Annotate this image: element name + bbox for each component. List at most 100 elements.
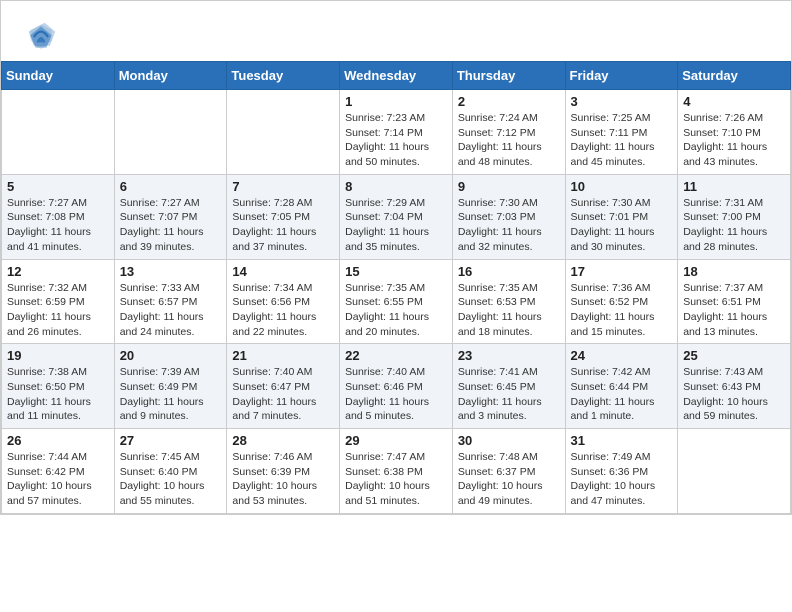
day-number: 2	[458, 94, 560, 109]
days-of-week-row: SundayMondayTuesdayWednesdayThursdayFrid…	[2, 62, 791, 90]
calendar-cell: 10 Sunrise: 7:30 AM Sunset: 7:01 PM Dayli…	[565, 174, 678, 259]
day-info: Sunrise: 7:30 AM Sunset: 7:01 PM Dayligh…	[571, 196, 673, 255]
day-info: Sunrise: 7:23 AM Sunset: 7:14 PM Dayligh…	[345, 111, 447, 170]
calendar-cell: 25 Sunrise: 7:43 AM Sunset: 6:43 PM Dayli…	[678, 344, 791, 429]
logo-icon	[25, 21, 57, 53]
calendar-cell: 22 Sunrise: 7:40 AM Sunset: 6:46 PM Dayli…	[340, 344, 453, 429]
day-info: Sunrise: 7:28 AM Sunset: 7:05 PM Dayligh…	[232, 196, 334, 255]
page-header	[1, 1, 791, 61]
day-of-week-header: Thursday	[452, 62, 565, 90]
day-number: 31	[571, 433, 673, 448]
day-info: Sunrise: 7:42 AM Sunset: 6:44 PM Dayligh…	[571, 365, 673, 424]
calendar-header: SundayMondayTuesdayWednesdayThursdayFrid…	[2, 62, 791, 90]
day-info: Sunrise: 7:49 AM Sunset: 6:36 PM Dayligh…	[571, 450, 673, 509]
calendar-week-row: 12 Sunrise: 7:32 AM Sunset: 6:59 PM Dayli…	[2, 259, 791, 344]
calendar-cell: 19 Sunrise: 7:38 AM Sunset: 6:50 PM Dayli…	[2, 344, 115, 429]
calendar-cell: 9 Sunrise: 7:30 AM Sunset: 7:03 PM Daylig…	[452, 174, 565, 259]
day-number: 25	[683, 348, 785, 363]
day-number: 22	[345, 348, 447, 363]
calendar-week-row: 5Sunrise: 7:27 AM Sunset: 7:08 PM Daylig…	[2, 174, 791, 259]
calendar-cell: 14 Sunrise: 7:34 AM Sunset: 6:56 PM Dayli…	[227, 259, 340, 344]
calendar-cell: 15 Sunrise: 7:35 AM Sunset: 6:55 PM Dayli…	[340, 259, 453, 344]
day-info: Sunrise: 7:45 AM Sunset: 6:40 PM Dayligh…	[120, 450, 222, 509]
day-number: 7	[232, 179, 334, 194]
calendar-cell	[678, 429, 791, 514]
day-of-week-header: Wednesday	[340, 62, 453, 90]
calendar-cell: 31 Sunrise: 7:49 AM Sunset: 6:36 PM Dayli…	[565, 429, 678, 514]
day-number: 19	[7, 348, 109, 363]
calendar-cell: 7 Sunrise: 7:28 AM Sunset: 7:05 PM Daylig…	[227, 174, 340, 259]
day-number: 30	[458, 433, 560, 448]
day-number: 15	[345, 264, 447, 279]
day-info: Sunrise: 7:32 AM Sunset: 6:59 PM Dayligh…	[7, 281, 109, 340]
day-info: Sunrise: 7:43 AM Sunset: 6:43 PM Dayligh…	[683, 365, 785, 424]
calendar-cell	[114, 90, 227, 175]
calendar-cell: 13 Sunrise: 7:33 AM Sunset: 6:57 PM Dayli…	[114, 259, 227, 344]
calendar-cell: 29Sunrise: 7:47 AM Sunset: 6:38 PM Dayli…	[340, 429, 453, 514]
day-number: 27	[120, 433, 222, 448]
day-info: Sunrise: 7:35 AM Sunset: 6:53 PM Dayligh…	[458, 281, 560, 340]
calendar-table: SundayMondayTuesdayWednesdayThursdayFrid…	[1, 61, 791, 514]
day-number: 8	[345, 179, 447, 194]
day-number: 4	[683, 94, 785, 109]
calendar-week-row: 26Sunrise: 7:44 AM Sunset: 6:42 PM Dayli…	[2, 429, 791, 514]
day-info: Sunrise: 7:40 AM Sunset: 6:47 PM Dayligh…	[232, 365, 334, 424]
day-number: 17	[571, 264, 673, 279]
day-info: Sunrise: 7:31 AM Sunset: 7:00 PM Dayligh…	[683, 196, 785, 255]
calendar-week-row: 19 Sunrise: 7:38 AM Sunset: 6:50 PM Dayli…	[2, 344, 791, 429]
day-info: Sunrise: 7:29 AM Sunset: 7:04 PM Dayligh…	[345, 196, 447, 255]
calendar-cell: 16Sunrise: 7:35 AM Sunset: 6:53 PM Dayli…	[452, 259, 565, 344]
day-info: Sunrise: 7:27 AM Sunset: 7:07 PM Dayligh…	[120, 196, 222, 255]
calendar-cell: 1 Sunrise: 7:23 AM Sunset: 7:14 PM Daylig…	[340, 90, 453, 175]
day-number: 23	[458, 348, 560, 363]
day-number: 18	[683, 264, 785, 279]
calendar-cell: 5Sunrise: 7:27 AM Sunset: 7:08 PM Daylig…	[2, 174, 115, 259]
calendar-cell: 26Sunrise: 7:44 AM Sunset: 6:42 PM Dayli…	[2, 429, 115, 514]
day-number: 9	[458, 179, 560, 194]
day-info: Sunrise: 7:30 AM Sunset: 7:03 PM Dayligh…	[458, 196, 560, 255]
day-number: 5	[7, 179, 109, 194]
day-info: Sunrise: 7:33 AM Sunset: 6:57 PM Dayligh…	[120, 281, 222, 340]
calendar-cell: 20 Sunrise: 7:39 AM Sunset: 6:49 PM Dayli…	[114, 344, 227, 429]
day-number: 14	[232, 264, 334, 279]
day-number: 20	[120, 348, 222, 363]
day-info: Sunrise: 7:25 AM Sunset: 7:11 PM Dayligh…	[571, 111, 673, 170]
day-info: Sunrise: 7:38 AM Sunset: 6:50 PM Dayligh…	[7, 365, 109, 424]
day-number: 21	[232, 348, 334, 363]
calendar-cell: 17 Sunrise: 7:36 AM Sunset: 6:52 PM Dayli…	[565, 259, 678, 344]
day-info: Sunrise: 7:41 AM Sunset: 6:45 PM Dayligh…	[458, 365, 560, 424]
day-info: Sunrise: 7:44 AM Sunset: 6:42 PM Dayligh…	[7, 450, 109, 509]
calendar-cell: 21 Sunrise: 7:40 AM Sunset: 6:47 PM Dayli…	[227, 344, 340, 429]
calendar-cell: 4Sunrise: 7:26 AM Sunset: 7:10 PM Daylig…	[678, 90, 791, 175]
day-number: 3	[571, 94, 673, 109]
day-number: 29	[345, 433, 447, 448]
calendar-cell: 2 Sunrise: 7:24 AM Sunset: 7:12 PM Daylig…	[452, 90, 565, 175]
day-of-week-header: Friday	[565, 62, 678, 90]
day-of-week-header: Tuesday	[227, 62, 340, 90]
day-info: Sunrise: 7:40 AM Sunset: 6:46 PM Dayligh…	[345, 365, 447, 424]
day-number: 10	[571, 179, 673, 194]
calendar-cell: 27 Sunrise: 7:45 AM Sunset: 6:40 PM Dayli…	[114, 429, 227, 514]
calendar-cell: 23 Sunrise: 7:41 AM Sunset: 6:45 PM Dayli…	[452, 344, 565, 429]
day-info: Sunrise: 7:48 AM Sunset: 6:37 PM Dayligh…	[458, 450, 560, 509]
calendar-cell: 24Sunrise: 7:42 AM Sunset: 6:44 PM Dayli…	[565, 344, 678, 429]
day-number: 13	[120, 264, 222, 279]
logo	[25, 21, 59, 53]
day-info: Sunrise: 7:34 AM Sunset: 6:56 PM Dayligh…	[232, 281, 334, 340]
day-info: Sunrise: 7:39 AM Sunset: 6:49 PM Dayligh…	[120, 365, 222, 424]
day-info: Sunrise: 7:36 AM Sunset: 6:52 PM Dayligh…	[571, 281, 673, 340]
calendar-body: 1 Sunrise: 7:23 AM Sunset: 7:14 PM Daylig…	[2, 90, 791, 514]
day-info: Sunrise: 7:24 AM Sunset: 7:12 PM Dayligh…	[458, 111, 560, 170]
calendar-cell: 6 Sunrise: 7:27 AM Sunset: 7:07 PM Daylig…	[114, 174, 227, 259]
calendar-week-row: 1 Sunrise: 7:23 AM Sunset: 7:14 PM Daylig…	[2, 90, 791, 175]
day-info: Sunrise: 7:35 AM Sunset: 6:55 PM Dayligh…	[345, 281, 447, 340]
day-info: Sunrise: 7:37 AM Sunset: 6:51 PM Dayligh…	[683, 281, 785, 340]
calendar-cell	[227, 90, 340, 175]
calendar-cell: 30 Sunrise: 7:48 AM Sunset: 6:37 PM Dayli…	[452, 429, 565, 514]
day-number: 12	[7, 264, 109, 279]
calendar-cell	[2, 90, 115, 175]
day-number: 6	[120, 179, 222, 194]
day-number: 1	[345, 94, 447, 109]
calendar-cell: 18 Sunrise: 7:37 AM Sunset: 6:51 PM Dayli…	[678, 259, 791, 344]
calendar-page: SundayMondayTuesdayWednesdayThursdayFrid…	[0, 0, 792, 515]
